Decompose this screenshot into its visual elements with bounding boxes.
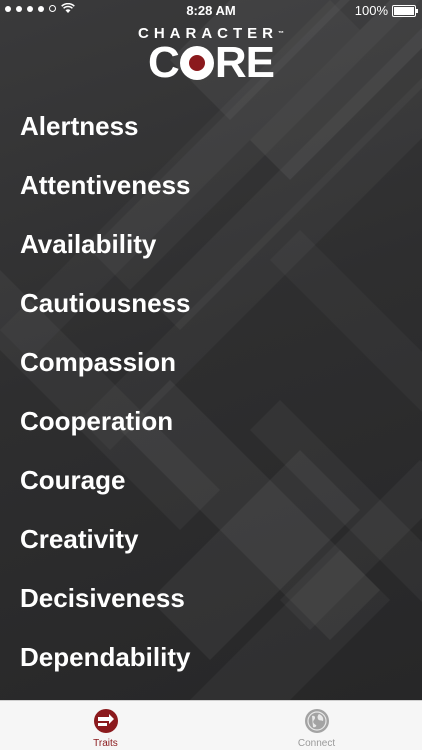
- app-screen: 8:28 AM 100% CHARACTER™ C RE Alertness At…: [0, 0, 422, 750]
- trait-item-cooperation[interactable]: Cooperation: [0, 390, 422, 449]
- trait-item-availability[interactable]: Availability: [0, 213, 422, 272]
- trait-item-decisiveness[interactable]: Decisiveness: [0, 567, 422, 626]
- trait-item-dependability[interactable]: Dependability: [0, 626, 422, 685]
- tab-traits[interactable]: Traits: [0, 701, 211, 750]
- logo-trademark: ™: [278, 31, 284, 37]
- tab-connect[interactable]: Connect: [211, 701, 422, 750]
- trait-item-creativity[interactable]: Creativity: [0, 508, 422, 567]
- tab-connect-label: Connect: [297, 738, 336, 749]
- character-core-logo: CHARACTER™ C RE: [0, 26, 422, 87]
- trait-list: Alertness Attentiveness Availability Cau…: [0, 95, 422, 685]
- trait-item-attentiveness[interactable]: Attentiveness: [0, 154, 422, 213]
- logo-main-right: RE: [214, 38, 275, 87]
- tab-traits-label: Traits: [93, 738, 118, 749]
- logo-main-left: C: [148, 38, 180, 87]
- status-bar: 8:28 AM 100%: [0, 0, 422, 20]
- battery-icon: [392, 4, 418, 17]
- globe-icon: [305, 709, 329, 733]
- battery-percent: 100%: [354, 3, 388, 18]
- tab-bar: Traits Connect: [0, 700, 422, 750]
- trait-item-courage[interactable]: Courage: [0, 449, 422, 508]
- trait-item-alertness[interactable]: Alertness: [0, 95, 422, 154]
- trait-item-cautiousness[interactable]: Cautiousness: [0, 272, 422, 331]
- traits-icon: [94, 709, 118, 733]
- logo-o-icon: [179, 46, 214, 80]
- battery-status: 100%: [354, 3, 418, 18]
- trait-item-compassion[interactable]: Compassion: [0, 331, 422, 390]
